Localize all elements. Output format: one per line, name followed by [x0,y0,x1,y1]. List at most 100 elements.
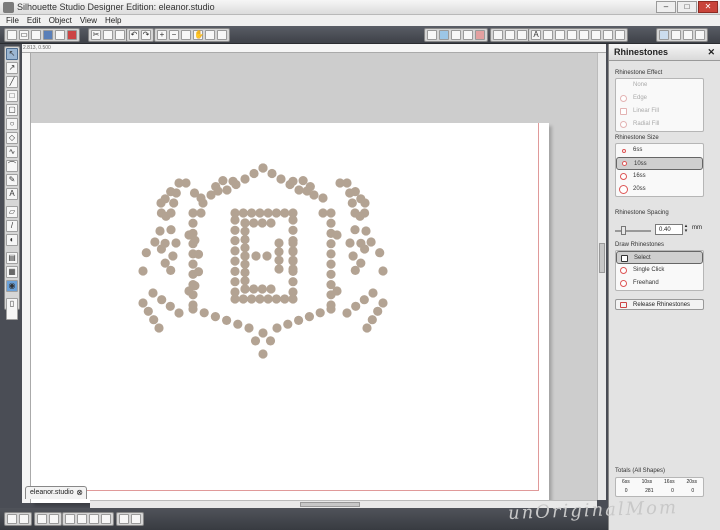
line-color-icon[interactable] [505,30,515,40]
cut-icon[interactable]: ✂ [91,30,101,40]
trace-icon[interactable] [555,30,565,40]
delete-icon[interactable] [49,514,59,524]
online-store-icon[interactable]: ◉ [6,280,18,292]
rectangle-tool-icon[interactable]: □ [6,90,18,102]
size-option-16ss[interactable]: 16ss [616,170,703,183]
effect-option-radial-fill[interactable]: Radial Fill [616,118,703,131]
polygon-tool-icon[interactable]: ◇ [6,132,18,144]
draw-option-single-click[interactable]: Single Click [616,264,703,277]
modify-icon[interactable] [579,30,589,40]
release-rhinestones-button[interactable]: Release Rhinestones [615,299,704,310]
new-file-icon[interactable] [7,30,17,40]
text-style-icon[interactable]: A [531,30,541,40]
rhinestone-dot [249,218,259,228]
fill-color-icon[interactable] [493,30,503,40]
align-icon[interactable] [591,30,601,40]
menu-help[interactable]: Help [105,15,121,26]
menu-file[interactable]: File [6,15,19,26]
arc-tool-icon[interactable]: ⌒ [6,160,18,172]
paste-icon[interactable] [115,30,125,40]
registration-marks-icon[interactable] [451,30,461,40]
horizontal-scroll-thumb[interactable] [300,502,360,507]
menu-view[interactable]: View [80,15,97,26]
rhinestone-dot [165,301,175,311]
rhinestone-dot [184,286,194,296]
spacing-stepper[interactable]: ▴ ▾ [683,224,689,235]
library-store-icon[interactable] [671,30,681,40]
library-panel-icon[interactable]: ▤ [6,252,18,264]
page-setup-icon[interactable] [427,30,437,40]
design-store-icon[interactable] [683,30,693,40]
open-folder-icon[interactable]: ▭ [19,30,29,40]
bring-to-front-icon[interactable] [119,514,129,524]
close-button[interactable]: ✕ [698,1,718,13]
store-icon[interactable] [659,30,669,40]
rhinestone-monogram-design[interactable] [31,123,549,503]
draw-option-freehand[interactable]: Freehand [616,277,703,290]
paint-tool-icon[interactable]: ◐ [6,234,18,246]
ungroup-icon[interactable] [77,514,87,524]
size-option-6ss[interactable]: 6ss [616,144,703,157]
rhinestone-icon[interactable] [475,30,485,40]
zoom-select-icon[interactable] [181,30,191,40]
curve-tool-icon[interactable]: ∿ [6,146,18,158]
zoom-out-icon[interactable]: − [169,30,179,40]
design-canvas[interactable] [31,53,597,503]
pan-hand-icon[interactable]: ✋ [193,30,204,40]
copy-icon[interactable] [103,30,113,40]
duplicate-icon[interactable] [37,514,47,524]
replicate-icon[interactable] [567,30,577,40]
effect-option-edge[interactable]: Edge [616,92,703,105]
deselect-icon[interactable] [19,514,29,524]
minimize-button[interactable]: – [656,1,676,13]
panel-close-icon[interactable]: ✕ [707,44,715,61]
release-compound-icon[interactable] [101,514,111,524]
line-tool-icon[interactable]: ╱ [6,76,18,88]
effect-option-none[interactable]: None [616,79,703,92]
cut-icon-panel[interactable] [695,30,705,40]
select-tool-icon[interactable]: ↖ [6,48,18,60]
transform-icon[interactable] [603,30,613,40]
zoom-in-icon[interactable]: + [157,30,167,40]
size-option-20ss[interactable]: 20ss [616,183,703,196]
grid-settings-icon[interactable] [439,30,449,40]
fit-to-page-icon[interactable] [205,30,215,40]
maximize-button[interactable]: □ [677,1,697,13]
text-tool-icon[interactable]: A [6,188,18,200]
offset-icon[interactable] [543,30,553,40]
compound-path-icon[interactable] [89,514,99,524]
spacing-slider-thumb[interactable] [621,226,626,235]
rhinestone-6ss-icon [622,149,626,153]
close-tab-icon[interactable]: ⊗ [76,487,83,499]
vertical-scroll-thumb[interactable] [599,243,605,273]
freehand-tool-icon[interactable]: ✎ [6,174,18,186]
send-to-cutter-icon[interactable] [67,30,77,40]
select-all-icon[interactable] [7,514,17,524]
page-view-icon[interactable] [217,30,227,40]
size-option-10ss[interactable]: 10ss [616,157,703,170]
ellipse-tool-icon[interactable]: ○ [6,118,18,130]
undo-icon[interactable]: ↶ [129,30,139,40]
print-icon[interactable] [55,30,65,40]
store-panel-icon[interactable]: ▦ [6,266,18,278]
point-edit-tool-icon[interactable]: ↗ [6,62,18,74]
effect-option-linear-fill[interactable]: Linear Fill [616,105,703,118]
knife-icon[interactable] [615,30,625,40]
spacing-value-input[interactable]: 0.40 [655,224,683,235]
document-tab[interactable]: eleanor.studio ⊗ [25,486,87,499]
library-icon[interactable] [31,30,41,40]
group-icon[interactable] [65,514,75,524]
rounded-rectangle-tool-icon[interactable]: ▢ [6,104,18,116]
redo-icon[interactable]: ↷ [141,30,151,40]
cut-settings-icon[interactable] [463,30,473,40]
knife-tool-icon[interactable]: / [6,220,18,232]
save-icon[interactable] [43,30,53,40]
eraser-tool-icon[interactable]: ▱ [6,206,18,218]
menu-edit[interactable]: Edit [27,15,41,26]
draw-option-select[interactable]: Select [616,251,703,264]
line-style-icon[interactable] [517,30,527,40]
design-page-icon[interactable]: ▯ [6,298,18,320]
menu-object[interactable]: Object [49,15,72,26]
send-to-back-icon[interactable] [131,514,141,524]
vertical-scrollbar[interactable] [597,53,606,500]
